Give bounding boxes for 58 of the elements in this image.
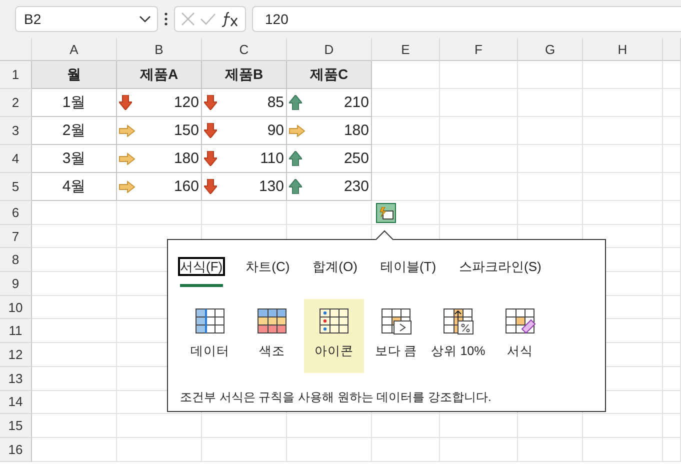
table-cell: 4월: [32, 173, 117, 201]
name-box[interactable]: B2: [15, 6, 158, 32]
column-header[interactable]: B: [117, 38, 202, 61]
row-header[interactable]: 15: [0, 414, 32, 438]
row-header[interactable]: 12: [0, 343, 32, 367]
table-cell: 180: [117, 145, 202, 173]
formula-field[interactable]: 120: [252, 6, 681, 32]
table-cell: 230: [287, 173, 372, 201]
table-cell: 2월: [32, 117, 117, 145]
row-header[interactable]: 14: [0, 390, 32, 414]
column-header[interactable]: H: [583, 38, 663, 61]
format-option[interactable]: 보다 큼: [366, 299, 426, 373]
column-header[interactable]: G: [518, 38, 583, 61]
table-cell: 110: [202, 145, 287, 173]
column-header[interactable]: C: [202, 38, 287, 61]
table-header-cell: 월: [32, 61, 117, 89]
table-cell: 120: [117, 89, 202, 117]
row-header[interactable]: 9: [0, 272, 32, 296]
format-option[interactable]: 서식: [490, 299, 550, 373]
table-header-cell: 제품C: [287, 61, 372, 89]
row-header[interactable]: 2: [0, 89, 32, 117]
row-header[interactable]: 10: [0, 296, 32, 320]
table-header-cell: 제품B: [202, 61, 287, 89]
row-header[interactable]: 13: [0, 366, 32, 390]
row-header[interactable]: 6: [0, 201, 32, 225]
description-text: 조건부 서식은 규칙을 사용해 원하는 데이터를 강조합니다.: [180, 389, 492, 406]
format-option[interactable]: 상위 10%: [428, 299, 488, 373]
tab[interactable]: 서식(F): [180, 256, 223, 287]
table-cell: 160: [117, 173, 202, 201]
format-option[interactable]: 색조: [242, 299, 302, 373]
format-option[interactable]: 아이콘: [304, 299, 364, 373]
column-header[interactable]: D: [287, 38, 372, 61]
tab[interactable]: 테이블(T): [380, 256, 436, 287]
format-option[interactable]: 데이터: [180, 299, 240, 373]
table-cell: 85: [202, 89, 287, 117]
row-header[interactable]: 11: [0, 319, 32, 344]
table-cell: 180: [287, 117, 372, 145]
table-cell: 130: [202, 173, 287, 201]
row-header[interactable]: 1: [0, 61, 32, 89]
table-cell: 1월: [32, 89, 117, 117]
row-header[interactable]: 4: [0, 145, 32, 173]
row-header[interactable]: 7: [0, 224, 32, 248]
column-header[interactable]: F: [440, 38, 518, 61]
column-header[interactable]: E: [372, 38, 440, 61]
table-cell: 90: [202, 117, 287, 145]
tab[interactable]: 합계(O): [312, 256, 358, 287]
table-cell: 250: [287, 145, 372, 173]
row-header[interactable]: 8: [0, 248, 32, 272]
row-header[interactable]: 3: [0, 117, 32, 145]
table-header-cell: 제품A: [117, 61, 202, 89]
tab[interactable]: 차트(C): [246, 256, 290, 287]
row-header[interactable]: 5: [0, 173, 32, 201]
table-cell: 3월: [32, 145, 117, 173]
tab[interactable]: 스파크라인(S): [459, 256, 542, 287]
column-header[interactable]: A: [32, 38, 117, 61]
row-header[interactable]: 16: [0, 438, 32, 462]
table-cell: 210: [287, 89, 372, 117]
table-cell: 150: [117, 117, 202, 145]
